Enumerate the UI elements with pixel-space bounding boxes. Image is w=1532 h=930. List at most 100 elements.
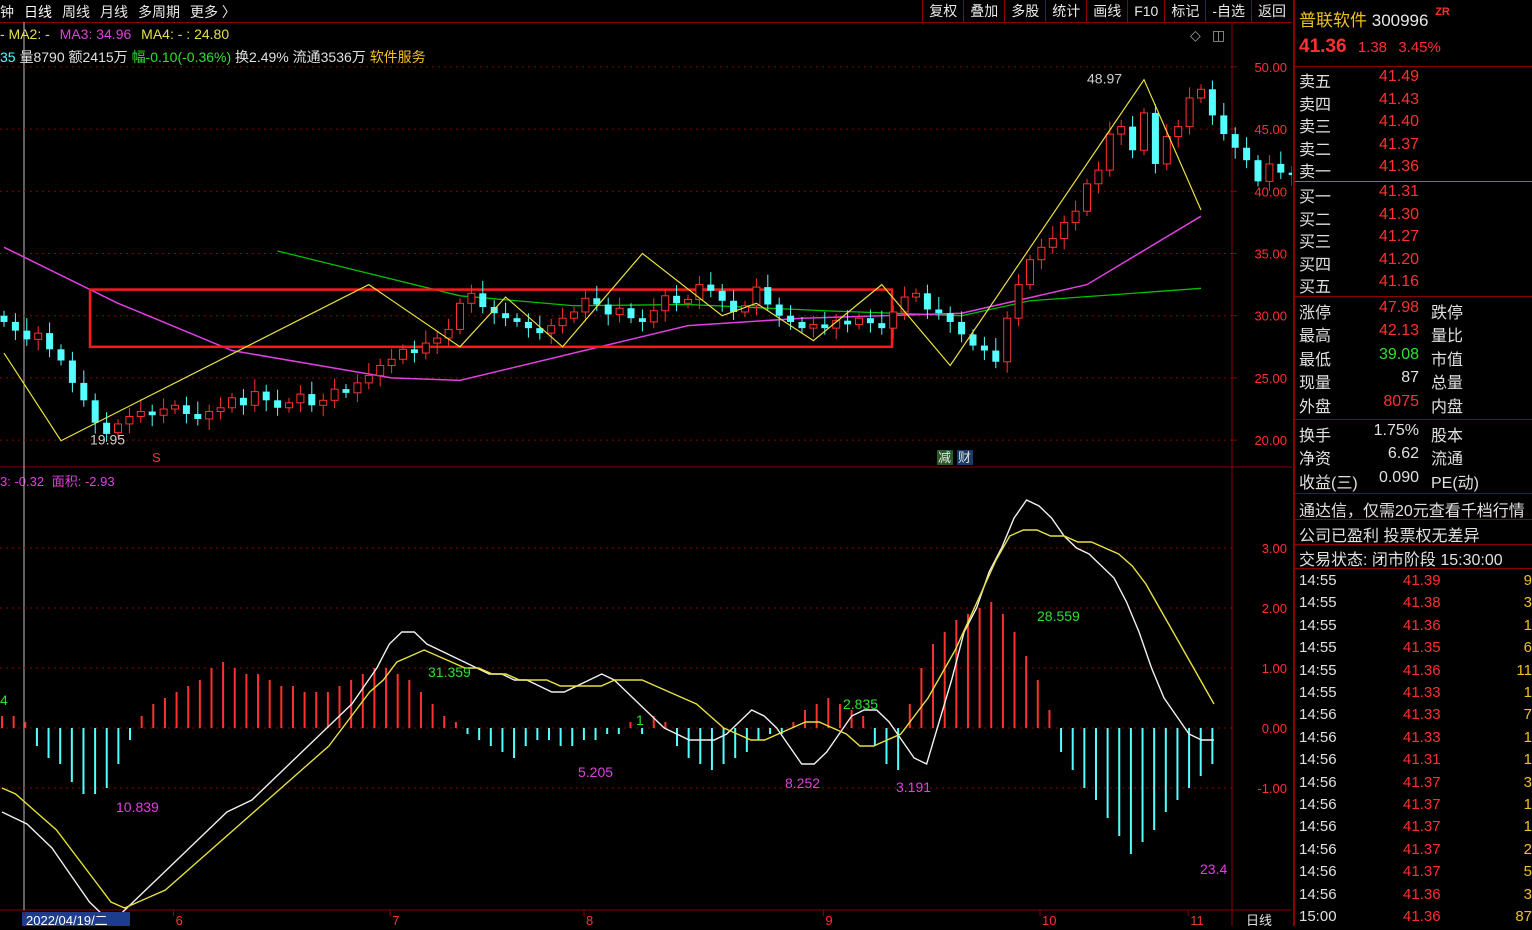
stat-row: 外盘 8075 内盘 (1299, 393, 1532, 416)
candle-down (1208, 89, 1216, 116)
stat-value: 47.98 (1378, 299, 1419, 316)
panel-divider (1295, 66, 1532, 67)
x-tick-label: 9 (825, 913, 832, 926)
candle-down (707, 284, 715, 291)
tool-buttons: 复权 叠加 多股 统计 画线 F10 标记 -自选 返回 (922, 0, 1292, 22)
candle-down (239, 397, 247, 406)
panel-divider (1295, 544, 1532, 545)
candle-down (1129, 126, 1137, 151)
period-tab[interactable]: 周线 (62, 4, 90, 20)
macd-annotation: 4 (0, 692, 8, 708)
stat-label2: PE(动) (1431, 474, 1480, 492)
stock-name[interactable]: 普联软件 (1299, 11, 1367, 30)
candle-up (809, 323, 818, 329)
candle-up (1174, 126, 1183, 138)
toolbar-button[interactable]: 统计 (1045, 0, 1086, 22)
stock-title: 普联软件 300996 ZR (1299, 6, 1450, 31)
toolbar-button[interactable]: 画线 (1086, 0, 1127, 22)
candle-down (1254, 160, 1262, 182)
candle-up (1197, 88, 1205, 99)
bid-ask-divider (1295, 181, 1532, 182)
candle-down (787, 315, 795, 322)
tick-time: 14:56 (1299, 840, 1337, 858)
ask-label: 卖五 (1299, 74, 1332, 91)
period-tab[interactable]: 月线 (100, 4, 128, 20)
bid-price: 41.27 (1378, 228, 1419, 246)
panel-divider (1295, 568, 1532, 569)
candle-down (1220, 115, 1228, 135)
period-tab[interactable]: 日线 (24, 4, 52, 20)
period-tab[interactable]: 多周期 (138, 4, 180, 20)
last-price: 41.36 (1299, 36, 1347, 57)
y-tick-label: 40.00 (1254, 184, 1287, 199)
toolbar-button[interactable]: 返回 (1251, 0, 1292, 22)
stat-value: 0.090 (1378, 468, 1419, 486)
tick-price: 41.37 (1403, 863, 1441, 881)
tick-row: 14:55 41.35 6 (1299, 639, 1532, 661)
candle-up (387, 358, 396, 366)
candle-down (274, 400, 282, 408)
tick-volume: 6 (1523, 639, 1532, 657)
candle-up (353, 382, 362, 394)
candle-up (364, 374, 373, 384)
macd-annotation: 10.839 (116, 799, 159, 815)
period-tab[interactable]: 更多 〉 (190, 4, 236, 20)
candle-down (821, 324, 829, 329)
candle-down (502, 313, 510, 319)
tick-time: 15:00 (1299, 908, 1337, 925)
tick-volume: 3 (1523, 594, 1532, 612)
candle-up (1117, 126, 1126, 135)
macd-annotation: 31.359 (428, 664, 471, 680)
candle-down (479, 293, 487, 307)
tick-time: 14:55 (1299, 572, 1337, 589)
candle-up (649, 310, 658, 323)
stat-row: 收益(三) 0.090 PE(动) (1299, 468, 1532, 492)
toolbar-button[interactable]: F10 (1127, 0, 1164, 22)
candle-up (615, 307, 624, 315)
candle-down (23, 330, 31, 340)
tick-price: 41.37 (1403, 840, 1441, 858)
tick-price: 41.33 (1403, 728, 1441, 746)
candle-up (1071, 210, 1080, 223)
candle-down (844, 320, 852, 325)
tick-row: 14:56 41.37 3 (1299, 774, 1532, 796)
macd-annotation: 8.252 (785, 775, 820, 791)
candle-up (1140, 112, 1148, 151)
stat-label: 净资 (1299, 451, 1332, 469)
tick-volume: 1 (1523, 728, 1532, 746)
panel-message: 交易状态: 闭市阶段 15:30:00 (1299, 552, 1503, 569)
candle-up (296, 393, 305, 404)
toolbar-button[interactable]: 标记 (1164, 0, 1205, 22)
candle-up (912, 292, 920, 298)
candle-down (980, 345, 988, 351)
candle-up (684, 299, 692, 304)
candle-up (376, 364, 385, 376)
candle-up (136, 411, 145, 417)
ask-row: 卖三 41.40 (1299, 113, 1532, 137)
tick-volume: 5 (1523, 863, 1532, 881)
ask-label: 卖三 (1299, 119, 1332, 137)
tick-price: 41.36 (1403, 616, 1441, 634)
period-tab[interactable]: 钟 (0, 4, 14, 20)
tick-time: 14:56 (1299, 728, 1337, 746)
chart-canvas[interactable]: 50.0045.0040.0035.0030.0025.0020.003.002… (0, 22, 1292, 926)
bid-label: 买二 (1299, 211, 1332, 229)
candle-up (467, 292, 476, 304)
bid-label: 买五 (1299, 279, 1332, 297)
tick-volume: 1 (1523, 616, 1532, 634)
s-marker: S (152, 450, 161, 465)
x-tick-label: 6 (176, 913, 183, 926)
toolbar-button[interactable]: 复权 (922, 0, 963, 22)
ask-row: 卖四 41.43 (1299, 91, 1532, 114)
candle-down (1243, 147, 1251, 161)
price-change: 1.38 (1357, 39, 1388, 56)
ask-label: 卖四 (1299, 96, 1332, 114)
macd-tick-label: 1.00 (1262, 661, 1287, 676)
tick-row: 15:00 41.36 87 (1299, 908, 1532, 930)
low-annotation: 19.95 (90, 432, 125, 448)
toolbar-button[interactable]: 多股 (1004, 0, 1045, 22)
macd-tick-label: 2.00 (1262, 601, 1287, 616)
chart-toolbar: 钟日线 周线 月线 多周期 更多 〉 复权 叠加 多股 统计 画线 F10 标记 -自选 返回 (0, 0, 1292, 23)
toolbar-button[interactable]: 叠加 (963, 0, 1004, 22)
toolbar-button[interactable]: -自选 (1205, 0, 1251, 22)
